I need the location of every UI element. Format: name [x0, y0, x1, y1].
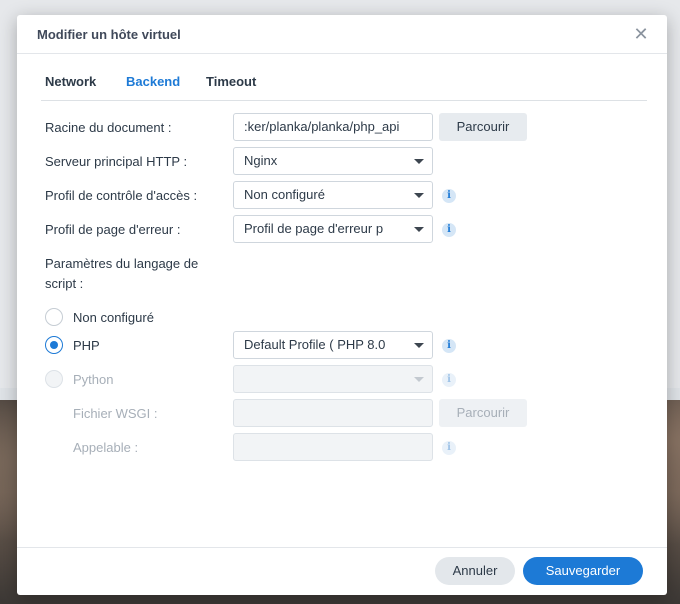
close-icon[interactable]: ✕: [631, 23, 651, 45]
cancel-button[interactable]: Annuler: [435, 557, 515, 585]
callable-label: Appelable :: [73, 440, 139, 455]
php-profile-value: Default Profile ( PHP 8.0: [244, 337, 386, 352]
http-server-select[interactable]: Nginx: [233, 147, 433, 175]
tab-network[interactable]: Network: [45, 74, 96, 99]
info-icon[interactable]: i: [442, 441, 456, 455]
dialog-title: Modifier un hôte virtuel: [37, 27, 181, 42]
python-profile-select[interactable]: [233, 365, 433, 393]
chevron-down-icon: [414, 343, 424, 348]
tab-timeout[interactable]: Timeout: [206, 74, 256, 99]
error-page-profile-select[interactable]: Profil de page d'erreur p: [233, 215, 433, 243]
wsgi-file-label: Fichier WSGI :: [73, 406, 158, 421]
tab-backend[interactable]: Backend: [126, 74, 180, 99]
chevron-down-icon: [414, 193, 424, 198]
access-profile-value: Non configuré: [244, 187, 325, 202]
edit-virtual-host-dialog: Modifier un hôte virtuel ✕ Network Backe…: [17, 15, 667, 595]
wsgi-file-input[interactable]: [233, 399, 433, 427]
tab-divider: [41, 100, 647, 101]
radio-python[interactable]: [45, 370, 63, 388]
info-icon[interactable]: i: [442, 223, 456, 237]
browse-document-root-button[interactable]: Parcourir: [439, 113, 527, 141]
info-icon[interactable]: i: [442, 189, 456, 203]
browse-wsgi-button[interactable]: Parcourir: [439, 399, 527, 427]
script-language-label-line1: Paramètres du langage de: [45, 256, 199, 271]
radio-php-label: PHP: [73, 338, 100, 353]
info-icon[interactable]: i: [442, 373, 456, 387]
chevron-down-icon: [414, 159, 424, 164]
title-divider: [17, 53, 667, 54]
http-server-value: Nginx: [244, 153, 278, 168]
radio-python-label: Python: [73, 372, 114, 387]
script-language-label-line2: script :: [45, 276, 84, 291]
error-page-profile-value: Profil de page d'erreur p: [244, 221, 384, 236]
info-icon[interactable]: i: [442, 339, 456, 353]
document-root-label: Racine du document :: [45, 120, 172, 135]
chevron-down-icon: [414, 227, 424, 232]
radio-php[interactable]: [45, 336, 63, 354]
save-button[interactable]: Sauvegarder: [523, 557, 643, 585]
error-page-profile-label: Profil de page d'erreur :: [45, 222, 181, 237]
http-server-label: Serveur principal HTTP :: [45, 154, 188, 169]
document-root-input[interactable]: :ker/planka/planka/php_api: [233, 113, 433, 141]
radio-none-label: Non configuré: [73, 310, 154, 325]
php-profile-select[interactable]: Default Profile ( PHP 8.0: [233, 331, 433, 359]
footer-divider: [17, 547, 667, 548]
access-profile-select[interactable]: Non configuré: [233, 181, 433, 209]
callable-input[interactable]: [233, 433, 433, 461]
radio-none[interactable]: [45, 308, 63, 326]
access-profile-label: Profil de contrôle d'accès :: [45, 188, 198, 203]
chevron-down-icon: [414, 377, 424, 382]
